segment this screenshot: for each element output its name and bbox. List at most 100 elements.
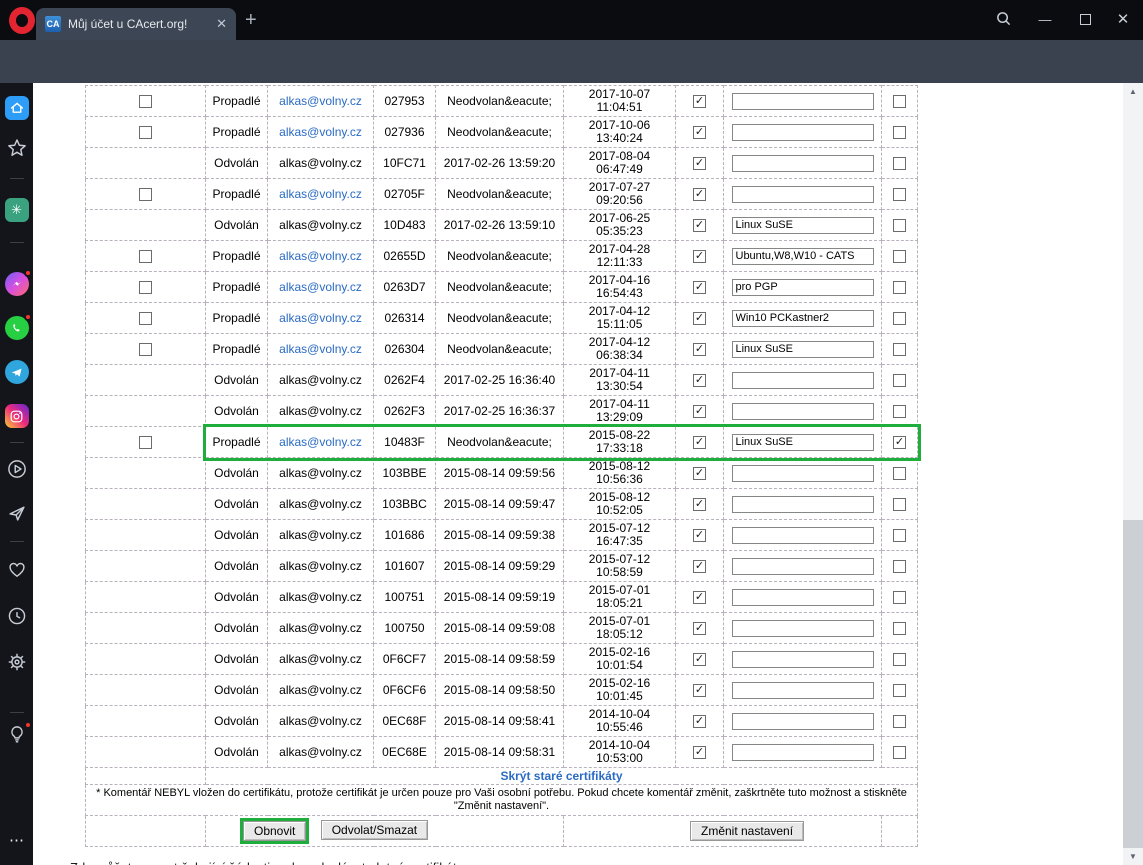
change-checkbox[interactable] [893,591,906,604]
login-checkbox[interactable]: ✓ [693,436,706,449]
player-icon[interactable] [5,459,29,483]
telegram-icon[interactable] [5,360,29,384]
cert-email-link[interactable]: alkas@volny.cz [279,125,362,139]
comment-input[interactable] [732,682,874,699]
bookmarks-star-icon[interactable] [5,138,29,162]
change-checkbox[interactable] [893,746,906,759]
change-checkbox[interactable] [893,405,906,418]
change-settings-button[interactable]: Změnit nastavení [690,821,804,841]
messenger-icon[interactable] [5,272,29,296]
comment-input[interactable] [732,558,874,575]
comment-input[interactable] [732,713,874,730]
login-checkbox[interactable]: ✓ [693,746,706,759]
comment-input[interactable] [732,93,874,110]
change-checkbox[interactable] [893,312,906,325]
close-button[interactable]: ✕ [1112,10,1134,30]
login-checkbox[interactable]: ✓ [693,126,706,139]
chatgpt-icon[interactable]: ✳ [5,198,29,222]
login-checkbox[interactable]: ✓ [693,498,706,511]
change-checkbox[interactable] [893,219,906,232]
comment-input[interactable] [732,651,874,668]
cert-email-link[interactable]: alkas@volny.cz [279,187,362,201]
comment-input[interactable] [732,279,874,296]
new-tab-button[interactable]: + [245,9,257,32]
change-checkbox[interactable] [893,157,906,170]
login-checkbox[interactable]: ✓ [693,684,706,697]
cert-email-link[interactable]: alkas@volny.cz [279,94,362,108]
whatsapp-icon[interactable] [5,316,29,340]
renew-checkbox[interactable] [139,281,152,294]
comment-input[interactable] [732,527,874,544]
login-checkbox[interactable]: ✓ [693,188,706,201]
opera-logo-icon[interactable] [9,7,35,34]
change-checkbox[interactable] [893,467,906,480]
change-checkbox[interactable] [893,126,906,139]
cert-email-link[interactable]: alkas@volny.cz [279,435,362,449]
login-checkbox[interactable]: ✓ [693,250,706,263]
revoke-delete-button[interactable]: Odvolat/Smazat [321,820,428,840]
login-checkbox[interactable]: ✓ [693,343,706,356]
tab-close-icon[interactable]: ✕ [216,16,227,32]
search-icon[interactable] [992,10,1014,30]
comment-input[interactable] [732,403,874,420]
settings-gear-icon[interactable] [5,652,29,676]
change-checkbox[interactable] [893,95,906,108]
instagram-icon[interactable] [5,404,29,428]
change-checkbox[interactable] [893,560,906,573]
comment-input[interactable] [732,124,874,141]
scrollbar-up-button[interactable]: ▲ [1123,83,1143,100]
scrollbar-track[interactable]: ▲ ▼ [1123,83,1143,865]
comment-input[interactable] [732,434,874,451]
login-checkbox[interactable]: ✓ [693,591,706,604]
renew-checkbox[interactable] [139,343,152,356]
scrollbar-thumb[interactable] [1123,100,1143,520]
change-checkbox[interactable] [893,498,906,511]
browser-tab[interactable]: CA Můj účet u CAcert.org! ✕ [36,8,236,40]
tips-lightbulb-icon[interactable] [5,724,29,748]
login-checkbox[interactable]: ✓ [693,529,706,542]
comment-input[interactable] [732,465,874,482]
login-checkbox[interactable]: ✓ [693,467,706,480]
change-checkbox[interactable] [893,529,906,542]
minimize-button[interactable]: — [1034,10,1056,30]
comment-input[interactable] [732,248,874,265]
login-checkbox[interactable]: ✓ [693,560,706,573]
renew-checkbox[interactable] [139,95,152,108]
hide-old-certs-link[interactable]: Skrýt staré certifikáty [500,769,622,783]
login-checkbox[interactable]: ✓ [693,405,706,418]
comment-input[interactable] [732,589,874,606]
comment-input[interactable] [732,620,874,637]
comment-input[interactable] [732,155,874,172]
comment-input[interactable] [732,496,874,513]
comment-input[interactable] [732,217,874,234]
comment-input[interactable] [732,744,874,761]
login-checkbox[interactable]: ✓ [693,219,706,232]
maximize-button[interactable] [1074,10,1096,30]
cert-email-link[interactable]: alkas@volny.cz [279,342,362,356]
change-checkbox[interactable] [893,622,906,635]
comment-input[interactable] [732,341,874,358]
change-checkbox[interactable] [893,684,906,697]
cert-email-link[interactable]: alkas@volny.cz [279,311,362,325]
renew-checkbox[interactable] [139,250,152,263]
login-checkbox[interactable]: ✓ [693,312,706,325]
change-checkbox[interactable] [893,188,906,201]
cert-email-link[interactable]: alkas@volny.cz [279,249,362,263]
scrollbar-down-button[interactable]: ▼ [1123,848,1143,865]
change-checkbox[interactable] [893,281,906,294]
comment-input[interactable] [732,310,874,327]
likes-heart-icon[interactable] [5,560,29,584]
home-icon[interactable] [5,96,29,120]
login-checkbox[interactable]: ✓ [693,157,706,170]
login-checkbox[interactable]: ✓ [693,653,706,666]
my-flow-icon[interactable] [5,503,29,527]
sidebar-menu-dots-icon[interactable]: ⋯ [5,836,29,860]
change-checkbox[interactable] [893,250,906,263]
cert-email-link[interactable]: alkas@volny.cz [279,280,362,294]
login-checkbox[interactable]: ✓ [693,622,706,635]
change-checkbox[interactable] [893,715,906,728]
login-checkbox[interactable]: ✓ [693,715,706,728]
renew-checkbox[interactable] [139,436,152,449]
history-clock-icon[interactable] [5,606,29,630]
change-checkbox[interactable] [893,653,906,666]
